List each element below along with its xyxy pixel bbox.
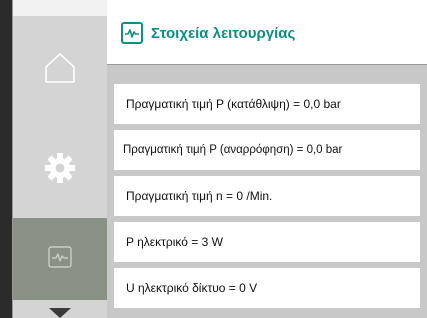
list-item[interactable]: U ηλεκτρικό δίκτυο = 0 V <box>114 268 420 308</box>
nav-item-home[interactable] <box>13 20 107 120</box>
list-item[interactable]: P ηλεκτρικό = 3 W <box>114 222 420 262</box>
sidebar-top-cap <box>13 0 107 16</box>
operating-values-list: Πραγματική τιμή P (κατάθλιψη) = 0,0 bar … <box>107 64 427 318</box>
scroll-down-icon[interactable] <box>49 308 71 318</box>
page-title: Στοιχεία λειτουργίας <box>151 25 296 42</box>
pulse-diagnostics-icon <box>48 245 72 273</box>
gear-icon <box>43 151 77 190</box>
home-icon <box>42 50 78 91</box>
list-item[interactable]: Πραγματική τιμή P (κατάθλιψη) = 0,0 bar <box>114 84 420 124</box>
operating-data-screen: Στοιχεία λειτουργίας Πραγματική τιμή P (… <box>0 0 427 318</box>
pulse-diagnostics-icon <box>121 22 143 44</box>
navigation-sidebar <box>12 0 108 318</box>
nav-item-settings[interactable] <box>13 122 107 218</box>
device-bezel <box>0 0 12 318</box>
list-item[interactable]: Πραγματική τιμή n = 0 /Min. <box>114 176 420 216</box>
list-item[interactable]: Πραγματική τιμή P (αναρρόφηση) = 0,0 bar <box>114 130 420 170</box>
nav-item-operating-data[interactable] <box>13 218 107 300</box>
page-header: Στοιχεία λειτουργίας <box>107 0 427 64</box>
